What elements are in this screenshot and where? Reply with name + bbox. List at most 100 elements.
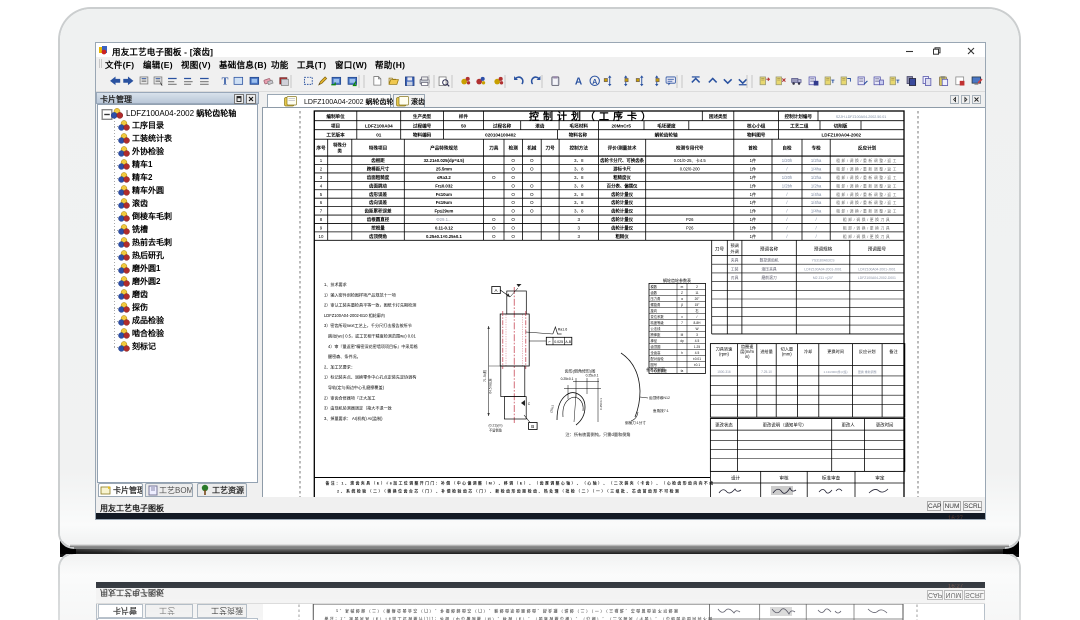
- svg-text:挖根量: 挖根量: [371, 224, 385, 231]
- svg-text:特殊分: 特殊分: [333, 142, 347, 149]
- svg-text:/: /: [786, 234, 788, 239]
- svg-text:倒棱刀:1分寸: 倒棱刀:1分寸: [625, 420, 646, 425]
- svg-text:蜗轮齿轮轴: 蜗轮齿轮轴: [655, 132, 678, 139]
- svg-text:刀号: 刀号: [715, 247, 725, 253]
- svg-text:项目: 项目: [331, 122, 340, 129]
- svg-text:毛坯材料: 毛坯材料: [570, 122, 589, 129]
- svg-text:W: W: [695, 327, 698, 331]
- svg-text:公法线: 公法线: [651, 326, 662, 331]
- svg-text:Φ29.1...: Φ29.1...: [436, 217, 451, 222]
- svg-text:/: /: [786, 167, 788, 172]
- svg-text:LDFZ100A04-2002-D001: LDFZ100A04-2002-D001: [858, 276, 896, 280]
- svg-text:夹具: 夹具: [731, 258, 739, 263]
- svg-text:3: 3: [320, 175, 323, 180]
- svg-text:首检: 首检: [748, 145, 758, 152]
- svg-text:9: 9: [320, 225, 323, 230]
- svg-text:0.02/0-200: 0.02/0-200: [680, 167, 701, 172]
- svg-text:3）由现机验测器调定（拖大不退一致: 3）由现机验测器调定（拖大不退一致: [324, 405, 392, 411]
- svg-text:0.11-0.12: 0.11-0.12: [435, 225, 454, 230]
- svg-text:鱼角按7:1: 鱼角按7:1: [653, 408, 669, 413]
- svg-text:设计: 设计: [731, 475, 741, 482]
- svg-text:刀号: 刀号: [546, 145, 556, 152]
- svg-text:3、8: 3、8: [574, 175, 584, 180]
- svg-text:1/2bh: 1/2bh: [782, 183, 793, 188]
- svg-text:模数: 模数: [651, 284, 658, 289]
- svg-text:71.5b期: 71.5b期: [482, 369, 487, 381]
- svg-text:/: /: [786, 225, 788, 230]
- svg-text:跨棒距: 跨棒距: [651, 332, 662, 337]
- svg-text:3、8: 3、8: [574, 192, 584, 197]
- svg-text:检测专用代号: 检测专用代号: [676, 145, 704, 152]
- svg-text:1件: 1件: [750, 157, 757, 164]
- svg-text:LDFZ100A04-2002: LDFZ100A04-2002: [822, 133, 862, 138]
- svg-text:/: /: [697, 315, 698, 319]
- svg-text:fa: fa: [681, 369, 684, 373]
- svg-text:棒径: 棒径: [651, 338, 658, 343]
- svg-text:7: 7: [320, 209, 323, 214]
- svg-text:O: O: [511, 192, 515, 197]
- svg-text:序号: 序号: [316, 145, 326, 152]
- svg-text:审定: 审定: [875, 475, 885, 482]
- svg-text:3、8: 3、8: [574, 158, 584, 163]
- svg-text:LDFZ100A04-2002-B10 相轮廓内: LDFZ100A04-2002-B10 相轮廓内: [324, 312, 385, 318]
- svg-text:α: α: [681, 297, 683, 301]
- svg-text:备注: 备注: [889, 348, 898, 355]
- svg-text:蜗轮齿轮参数表: 蜗轮齿轮参数表: [663, 277, 691, 283]
- svg-text:1/4ha: 1/4ha: [811, 209, 822, 214]
- svg-text:0.25±0.1: 0.25±0.1: [586, 374, 599, 378]
- svg-text:评价/测量技术: 评价/测量技术: [608, 145, 637, 152]
- svg-text:工艺二组: 工艺二组: [790, 122, 809, 129]
- svg-text:齿顶修缘N12: 齿顶修缘N12: [649, 395, 670, 400]
- svg-text:4.5: 4.5: [695, 339, 700, 343]
- svg-text:2、加工艺要求：: 2、加工艺要求：: [324, 363, 355, 369]
- svg-text:01: 01: [376, 133, 382, 138]
- svg-text:1件: 1件: [750, 233, 757, 240]
- svg-text:O: O: [492, 234, 496, 239]
- svg-text:反应计划: 反应计划: [858, 145, 877, 152]
- svg-text:0.25±0.1: 0.25±0.1: [599, 398, 603, 410]
- svg-text:32.21±0.025(dp=4.5): 32.21±0.025(dp=4.5): [424, 158, 465, 163]
- svg-text:切削版: 切削版: [834, 122, 848, 129]
- svg-text:O: O: [492, 217, 496, 222]
- svg-text:7.25-10: 7.25-10: [761, 370, 772, 374]
- svg-text:F≤19um: F≤19um: [436, 200, 452, 205]
- svg-text:标准审查: 标准审查: [822, 475, 841, 482]
- svg-text:控制方法: 控制方法: [570, 145, 589, 152]
- svg-text:齿顶圆: 齿顶圆: [651, 344, 662, 349]
- svg-text:自检: 自检: [782, 145, 792, 152]
- svg-text:1/4ha: 1/4ha: [811, 200, 822, 205]
- svg-text:≤Ra3.2: ≤Ra3.2: [437, 175, 451, 180]
- svg-text:x: x: [681, 315, 683, 319]
- svg-text:1.13/2000(件)/(班): 1.13/2000(件)/(班): [824, 369, 848, 374]
- svg-text:A-B: A-B: [565, 340, 571, 344]
- svg-text:O: O: [530, 192, 534, 197]
- svg-text:O: O: [530, 167, 534, 172]
- svg-text:3、掉量要求： AI(机构) AI(监制): 3、掉量要求： AI(机构) AI(监制): [324, 415, 383, 421]
- svg-text:2: 2: [320, 167, 323, 172]
- svg-text:1/20h: 1/20h: [782, 175, 793, 180]
- svg-text:50: 50: [461, 123, 467, 128]
- svg-text:3、8: 3、8: [574, 167, 584, 172]
- svg-text:3: 3: [577, 217, 580, 222]
- svg-text:齿形误差: 齿形误差: [369, 191, 387, 198]
- svg-text:物料名称: 物料名称: [569, 132, 588, 139]
- svg-text:/: /: [816, 225, 818, 230]
- svg-text:Ra1.6: Ra1.6: [558, 328, 568, 332]
- svg-text:粗卸/调换/更换刀具: 粗卸/调换/更换刀具: [843, 234, 891, 239]
- svg-text:物料编码: 物料编码: [413, 132, 432, 139]
- svg-text:1件: 1件: [750, 208, 757, 215]
- svg-text:15°: 15°: [695, 303, 701, 307]
- svg-text:齿轮计量仪: 齿轮计量仪: [611, 216, 634, 223]
- svg-text:m: m: [681, 285, 684, 289]
- svg-text:齿轮计量仪: 齿轮计量仪: [611, 208, 634, 215]
- svg-text:±0.1: ±0.1: [694, 363, 700, 367]
- svg-text:齿面跳动: 齿面跳动: [369, 182, 387, 189]
- svg-text:齿根圆直径: 齿根圆直径: [367, 216, 390, 223]
- svg-text:3、8: 3、8: [574, 183, 584, 188]
- svg-text:2、系统检验（二）（需换位齿台芯（门）、补偿检验齿芯（门）、: 2、系统检验（二）（需换位齿台芯（门）、补偿检验齿芯（门）、新检齿形齿距检齿、热…: [337, 489, 680, 494]
- svg-text:粗卸/调换/重新调整/返工: 粗卸/调换/重新调整/返工: [836, 183, 898, 188]
- svg-text:O: O: [492, 225, 496, 230]
- svg-text:(0.21)(m): (0.21)(m): [489, 424, 503, 428]
- svg-text:5: 5: [320, 192, 323, 197]
- svg-text:(mm): (mm): [782, 352, 792, 357]
